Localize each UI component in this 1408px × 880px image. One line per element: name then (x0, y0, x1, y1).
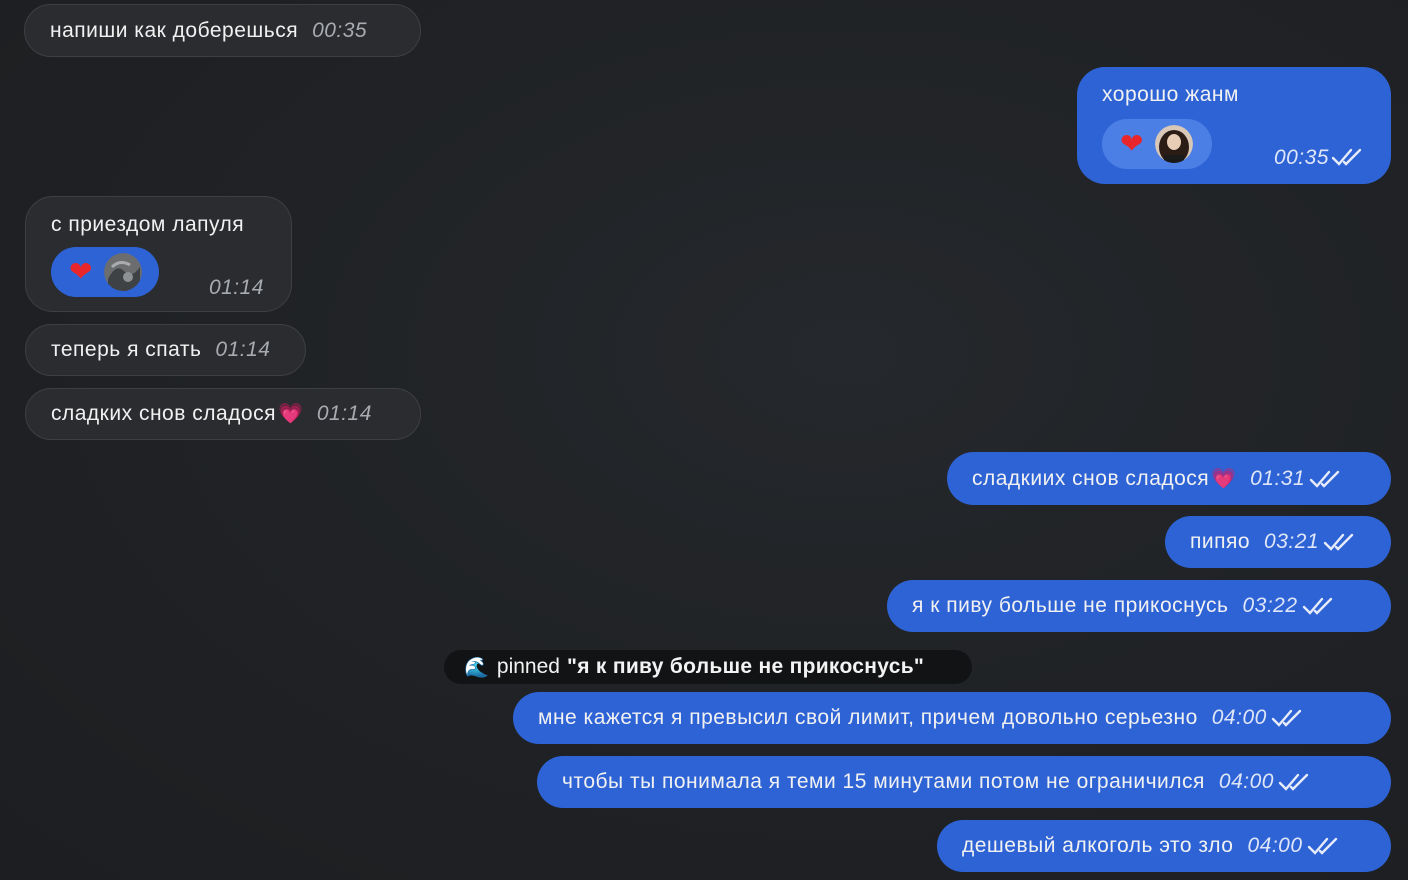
double-check-icon (1331, 147, 1363, 167)
double-check-icon (1323, 532, 1355, 552)
message-outgoing[interactable]: мне кажется я превысил свой лимит, приче… (513, 692, 1391, 744)
message-text: я к пиву больше не прикоснусь (912, 594, 1229, 617)
message-outgoing[interactable]: я к пиву больше не прикоснусь 03:22 (887, 580, 1391, 632)
message-time: 03:22 (1242, 594, 1298, 617)
message-text: дешевый алкоголь это зло (962, 834, 1234, 857)
message-time: 01:14 (215, 338, 271, 361)
message-outgoing[interactable]: пипяо 03:21 (1165, 516, 1391, 568)
sparkling-heart-icon: 💗 (277, 403, 303, 425)
message-text: хорошо жанм (1102, 83, 1239, 106)
message-text: пипяо (1190, 530, 1251, 553)
double-check-icon (1309, 469, 1341, 489)
message-outgoing[interactable]: сладкиих снов сладося 💗 01:31 (947, 452, 1391, 505)
message-text: с приездом лапуля (51, 213, 245, 236)
message-time: 04:00 (1247, 834, 1303, 857)
message-text: напиши как доберешься (50, 18, 299, 42)
pinned-label: pinned (496, 655, 560, 678)
sparkling-heart-icon: 💗 (1211, 467, 1237, 490)
message-time: 00:35 (1273, 146, 1329, 169)
message-time: 00:35 (312, 18, 368, 42)
message-time: 01:14 (316, 402, 372, 425)
pinned-quote: "я к пиву больше не прикоснусь" (566, 655, 925, 678)
message-incoming[interactable]: теперь я спать 01:14 (25, 324, 306, 376)
double-check-icon (1271, 708, 1303, 728)
message-text: теперь я спать (51, 338, 202, 361)
message-outgoing[interactable]: хорошо жанм ❤ 00:35 (1077, 67, 1391, 184)
message-time: 04:00 (1218, 770, 1274, 793)
avatar (104, 253, 143, 291)
message-text: чтобы ты понимала я теми 15 минутами пот… (562, 770, 1205, 793)
heart-icon: ❤ (69, 256, 93, 287)
message-incoming[interactable]: с приездом лапуля ❤ 01:14 (25, 196, 292, 312)
message-time: 03:21 (1264, 530, 1320, 553)
message-outgoing[interactable]: дешевый алкоголь это зло 04:00 (937, 820, 1391, 872)
chat-area: напиши как доберешься 00:35 хорошо жанм … (0, 0, 1408, 880)
reaction-pill[interactable]: ❤ (51, 247, 159, 297)
pinned-notice[interactable]: 🌊 pinned "я к пиву больше не прикоснусь" (444, 650, 972, 684)
double-check-icon (1278, 772, 1310, 792)
message-time: 04:00 (1211, 706, 1267, 729)
avatar (1155, 125, 1194, 163)
double-check-icon (1307, 836, 1339, 856)
heart-icon: ❤ (1120, 128, 1144, 159)
message-time: 01:31 (1250, 466, 1306, 490)
message-time: 01:14 (208, 276, 264, 299)
message-text: сладких снов сладося (51, 402, 276, 425)
double-check-icon (1302, 596, 1334, 616)
message-incoming[interactable]: напиши как доберешься 00:35 (24, 4, 421, 57)
reaction-pill[interactable]: ❤ (1102, 119, 1212, 169)
message-incoming[interactable]: сладких снов сладося 💗 01:14 (25, 388, 421, 440)
message-outgoing[interactable]: чтобы ты понимала я теми 15 минутами пот… (537, 756, 1391, 808)
wave-icon: 🌊 (464, 656, 489, 679)
message-text: сладкиих снов сладося (972, 466, 1210, 490)
message-text: мне кажется я превысил свой лимит, приче… (538, 706, 1198, 729)
